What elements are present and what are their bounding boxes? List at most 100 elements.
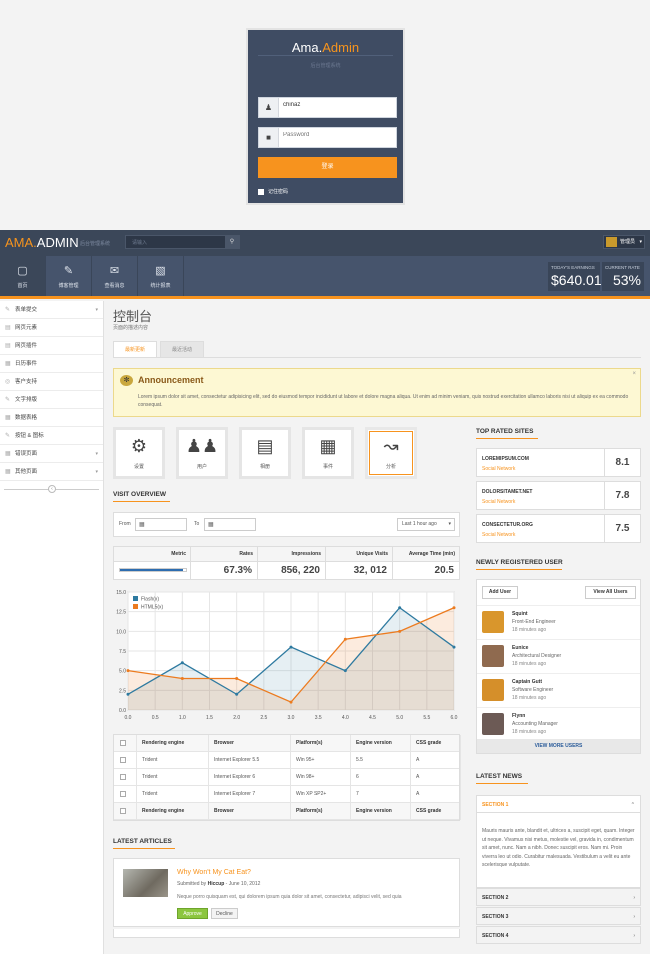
column-header: Browser xyxy=(209,803,291,820)
row-checkbox[interactable] xyxy=(120,774,126,780)
heading-underline xyxy=(113,501,170,502)
news-section-3[interactable]: SECTION 3 › xyxy=(476,907,641,925)
article-author[interactable]: Hiccup xyxy=(208,881,225,887)
user-name[interactable]: Flynn xyxy=(512,713,525,719)
site-item[interactable]: CONSECTETUR.ORG Social Network 7.5 xyxy=(476,514,641,543)
row-checkbox[interactable] xyxy=(120,791,126,797)
table-row: Trident Internet Explorer 7 Win XP SP2+ 7 A xyxy=(114,786,461,803)
legend-swatch xyxy=(133,596,138,601)
sidebar-item[interactable]: ▤ 网页元素 xyxy=(0,319,103,337)
username-field[interactable]: ♟ xyxy=(258,97,397,118)
metric-header: Impressions xyxy=(258,547,325,562)
article-card: Why Won't My Cat Eat? Submitted by Hiccu… xyxy=(113,858,460,927)
login-button[interactable]: 登录 xyxy=(258,157,397,178)
table-cell: Trident xyxy=(137,752,209,769)
nav-item-stats[interactable]: ▧ 统计报表 xyxy=(138,256,184,296)
user-role: Accounting Manager xyxy=(512,721,558,727)
close-icon[interactable]: × xyxy=(632,371,636,377)
sidebar-item[interactable]: ✎ 按钮 & 图标 xyxy=(0,427,103,445)
username-input[interactable] xyxy=(283,102,393,108)
to-date-input[interactable]: ▦ xyxy=(204,518,256,531)
to-label: To xyxy=(194,521,200,527)
select-cell xyxy=(114,769,137,786)
remember-me[interactable]: 记住密码 xyxy=(258,188,288,195)
sidebar-item-label: 表单提交 xyxy=(15,307,38,313)
sidebar-item[interactable]: ✎ 表单提交 ▾ xyxy=(0,301,103,319)
row-checkbox[interactable] xyxy=(120,740,126,746)
decline-button[interactable]: Decline xyxy=(211,908,238,919)
sidebar-icon: ▦ xyxy=(5,469,11,475)
visit-overview-heading: VISIT OVERVIEW xyxy=(113,491,166,498)
x-tick-label: 3.0 xyxy=(288,715,295,721)
site-score: 7.5 xyxy=(604,515,640,542)
quick-events-button[interactable]: ▦ 事件 xyxy=(302,427,354,479)
user-row[interactable]: Squint Front-End Engineer 18 minutes ago xyxy=(477,605,640,639)
impressions-column: Impressions 856, 220 xyxy=(258,547,326,579)
search-box[interactable]: 请输入 ⚲ xyxy=(125,235,240,249)
sidebar-item[interactable]: ▤ 网页插件 xyxy=(0,337,103,355)
sidebar-item[interactable]: ▦ 其他页面 ▾ xyxy=(0,463,103,481)
tab-recent-activity[interactable]: 最近活动 xyxy=(160,341,204,358)
sidebar-item[interactable]: ✎ 文字排版 xyxy=(0,391,103,409)
row-checkbox[interactable] xyxy=(120,808,126,814)
column-header: Engine version xyxy=(351,735,411,752)
article-title[interactable]: Why Won't My Cat Eat? xyxy=(177,869,251,876)
user-menu[interactable]: 管理员 ▾ xyxy=(603,235,645,249)
search-input[interactable]: 请输入 xyxy=(132,239,147,246)
user-row[interactable]: Flynn Accounting Manager 18 minutes ago xyxy=(477,707,640,741)
nav-label: 查看消息 xyxy=(104,283,125,289)
password-field[interactable]: ■ xyxy=(258,127,397,148)
search-icon[interactable]: ⚲ xyxy=(225,236,239,248)
nav-item-messages[interactable]: ✉ 查看消息 xyxy=(92,256,138,296)
tab-latest-updates[interactable]: 最新更新 xyxy=(113,341,157,358)
site-item[interactable]: DOLORSITAMET.NET Social Network 7.8 xyxy=(476,481,641,510)
quick-label: 相册 xyxy=(259,464,270,470)
from-date-input[interactable]: ▦ xyxy=(135,518,187,531)
user-row[interactable]: Eunice Architectural Designer 18 minutes a… xyxy=(477,639,640,673)
user-row[interactable]: Captain Gutt Software Engineer 18 minutes … xyxy=(477,673,640,707)
rate-stat: CURRENT RATE 53% xyxy=(602,262,644,291)
password-input[interactable] xyxy=(283,132,393,138)
user-name[interactable]: Captain Gutt xyxy=(512,679,542,685)
range-select[interactable]: Last 1 hour ago ▾ xyxy=(397,518,455,531)
sidebar-item[interactable]: ▦ 日历事件 xyxy=(0,355,103,373)
metric-header: Metric xyxy=(114,547,190,562)
nav-item-home[interactable]: ▢ 首页 xyxy=(0,256,46,296)
user-name[interactable]: Squint xyxy=(512,611,528,617)
section-title: SECTION 1 xyxy=(482,802,509,808)
lock-icon: ■ xyxy=(259,128,279,147)
heading-underline xyxy=(476,569,562,570)
quick-gallery-button[interactable]: ▤ 相册 xyxy=(239,427,291,479)
news-section-1[interactable]: SECTION 1 ⌃ xyxy=(476,795,641,813)
quick-users-button[interactable]: ♟♟ 用户 xyxy=(176,427,228,479)
sidebar-item[interactable]: ▦ 错误页面 ▾ xyxy=(0,445,103,463)
sidebar-item[interactable]: ▦ 数据表格 xyxy=(0,409,103,427)
sidebar-icon: ▤ xyxy=(5,325,11,331)
chevron-left-icon[interactable]: ‹ xyxy=(48,485,56,493)
news-section-4[interactable]: SECTION 4 › xyxy=(476,926,641,944)
x-tick-label: 2.0 xyxy=(233,715,240,721)
view-all-users-button[interactable]: View All Users xyxy=(585,586,636,599)
remember-checkbox[interactable] xyxy=(258,188,264,195)
quick-label: 设置 xyxy=(133,464,144,470)
metric-column: Metric xyxy=(114,547,191,579)
table-cell: A xyxy=(411,786,461,803)
add-user-button[interactable]: Add User xyxy=(482,586,518,599)
row-checkbox[interactable] xyxy=(120,757,126,763)
site-item[interactable]: LOREMIPSUM.COM Social Network 8.1 xyxy=(476,448,641,477)
view-more-users-link[interactable]: VIEW MORE USERS xyxy=(477,739,640,753)
sidebar-item[interactable]: ◎ 客户支持 xyxy=(0,373,103,391)
news-section-2[interactable]: SECTION 2 › xyxy=(476,888,641,906)
user-name[interactable]: Eunice xyxy=(512,645,528,651)
news-text: Mauris mauris ante, blandit et, ultrices… xyxy=(482,828,635,868)
app-logo[interactable]: AMA.ADMIN xyxy=(5,235,79,250)
quick-analysis-button[interactable]: ↝ 分析 xyxy=(365,427,417,479)
approve-button[interactable]: Approve xyxy=(177,908,208,919)
rate-value: 53% xyxy=(612,272,641,288)
nav-item-blog[interactable]: ✎ 博客管理 xyxy=(46,256,92,296)
user-role: Architectural Designer xyxy=(512,653,562,659)
sidebar-item-label: 日历事件 xyxy=(15,361,38,367)
avatar xyxy=(482,713,504,735)
sidebar-collapse[interactable]: ‹ xyxy=(0,481,103,501)
quick-settings-button[interactable]: ⚙ 设置 xyxy=(113,427,165,479)
